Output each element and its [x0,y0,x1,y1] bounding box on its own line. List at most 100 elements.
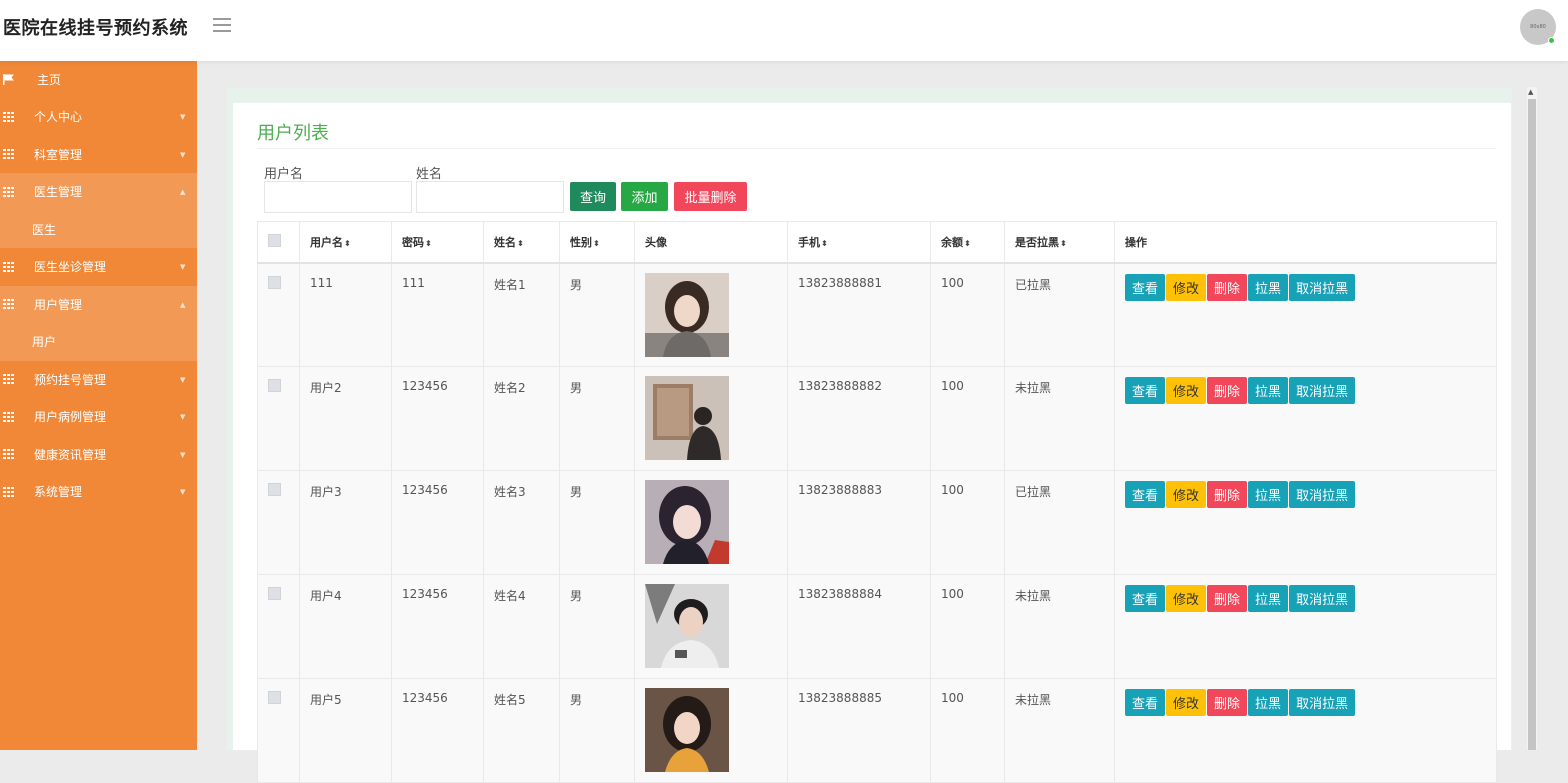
scroll-up-icon[interactable]: ▲ [1528,88,1533,96]
cell-username: 用户3 [299,470,392,575]
edit-button[interactable]: 修改 [1166,481,1207,508]
delete-button[interactable]: 删除 [1207,689,1248,716]
table-header-row: 用户名⬍ 密码⬍ 姓名⬍ 性别⬍ 头像 手机⬍ 余额⬍ 是否拉黑⬍ 操作 [257,221,1497,264]
sidebar-item-health-news[interactable]: 健康资讯管理 ▼ [0,436,197,474]
view-button[interactable]: 查看 [1125,585,1166,612]
sidebar-item-label: 医生坐诊管理 [34,260,107,275]
scrollbar-thumb[interactable] [1528,99,1536,750]
cell-phone: 13823888882 [787,366,931,471]
grid-icon [3,261,15,272]
cell-balance: 100 [930,366,1005,471]
sidebar-subitem-doctor[interactable]: 医生 [0,210,197,248]
sidebar-item-doctor-schedule[interactable]: 医生坐诊管理 ▼ [0,248,197,286]
user-table: 用户名⬍ 密码⬍ 姓名⬍ 性别⬍ 头像 手机⬍ 余额⬍ 是否拉黑⬍ 操作 111… [257,221,1497,783]
query-button[interactable]: 查询 [570,182,616,211]
column-header-balance[interactable]: 余额⬍ [930,221,1005,264]
unblacklist-button[interactable]: 取消拉黑 [1289,481,1356,508]
edit-button[interactable]: 修改 [1166,273,1207,301]
delete-button[interactable]: 删除 [1207,481,1248,508]
cell-username: 用户4 [299,574,392,679]
blacklist-button[interactable]: 拉黑 [1248,689,1289,716]
row-checkbox[interactable] [268,379,281,392]
cell-name: 姓名3 [483,470,560,575]
chevron-down-icon: ▼ [180,488,186,496]
view-button[interactable]: 查看 [1125,273,1166,301]
sidebar-item-system[interactable]: 系统管理 ▼ [0,473,197,511]
blacklist-button[interactable]: 拉黑 [1248,585,1289,612]
cell-password: 123456 [391,366,484,471]
blacklist-button[interactable]: 拉黑 [1248,377,1289,404]
sidebar-item-department[interactable]: 科室管理 ▼ [0,136,197,174]
column-header-name[interactable]: 姓名⬍ [483,221,560,264]
cell-blacklisted: 已拉黑 [1004,262,1115,367]
cell-gender: 男 [559,470,635,575]
username-search-input[interactable] [264,181,412,213]
blacklist-button[interactable]: 拉黑 [1248,481,1289,508]
add-button[interactable]: 添加 [621,182,668,211]
cell-balance: 100 [930,262,1005,367]
column-header-username[interactable]: 用户名⬍ [299,221,392,264]
app-title: 医院在线挂号预约系统 [3,18,188,39]
unblacklist-button[interactable]: 取消拉黑 [1289,377,1356,404]
row-checkbox[interactable] [268,275,281,289]
sidebar-item-user[interactable]: 用户管理 ▲ [0,285,197,323]
sort-icon: ⬍ [821,238,828,248]
name-search-input[interactable] [416,181,564,213]
cell-password: 123456 [391,678,484,783]
column-header-password[interactable]: 密码⬍ [391,221,484,264]
view-button[interactable]: 查看 [1125,377,1166,404]
cell-balance: 100 [930,470,1005,575]
chevron-down-icon: ▼ [180,375,186,384]
user-avatar-photo [645,480,729,564]
sidebar-item-home[interactable]: 主页 [0,61,197,98]
sidebar-item-medical-record[interactable]: 用户病例管理 ▼ [0,398,197,436]
sidebar-item-doctor[interactable]: 医生管理 ▲ [0,173,197,211]
sidebar-item-appointment[interactable]: 预约挂号管理 ▼ [0,361,197,399]
view-button[interactable]: 查看 [1125,689,1166,716]
name-label: 姓名 [416,167,443,182]
sidebar-subitem-user[interactable]: 用户 [0,323,197,361]
chevron-up-icon: ▲ [180,188,186,196]
user-avatar-photo [645,584,729,668]
unblacklist-button[interactable]: 取消拉黑 [1289,585,1356,612]
unblacklist-button[interactable]: 取消拉黑 [1289,689,1356,716]
menu-toggle-icon[interactable] [213,18,231,32]
cell-name: 姓名2 [483,366,560,471]
edit-button[interactable]: 修改 [1166,585,1207,612]
vertical-scrollbar[interactable]: ▲ [1527,87,1537,750]
cell-username: 111 [299,262,392,367]
cell-name: 姓名5 [483,678,560,783]
blacklist-button[interactable]: 拉黑 [1248,273,1289,301]
grid-icon [3,411,15,422]
column-header-phone[interactable]: 手机⬍ [787,221,931,264]
cell-phone: 13823888885 [787,678,931,783]
delete-button[interactable]: 删除 [1207,585,1248,612]
delete-button[interactable]: 删除 [1207,273,1248,301]
edit-button[interactable]: 修改 [1166,377,1207,404]
column-header-blacklisted[interactable]: 是否拉黑⬍ [1004,221,1115,264]
select-all-checkbox[interactable] [268,233,281,247]
select-all-header[interactable] [257,221,300,264]
row-actions: 查看 修改 删除 拉黑 取消拉黑 [1125,481,1496,508]
sort-icon: ⬍ [1060,238,1067,248]
chevron-down-icon: ▼ [180,413,186,421]
unblacklist-button[interactable]: 取消拉黑 [1289,273,1356,301]
batch-delete-button[interactable]: 批量删除 [674,182,747,211]
row-checkbox[interactable] [268,483,281,496]
cell-blacklisted: 未拉黑 [1004,574,1115,679]
chevron-up-icon: ▲ [180,300,186,309]
user-list-panel: 用户列表 用户名 姓名 查询 添加 批量删除 用户名⬍ 密码⬍ 姓名⬍ 性别⬍ … [233,103,1511,783]
column-header-gender[interactable]: 性别⬍ [559,221,635,264]
row-checkbox[interactable] [268,587,281,600]
sidebar-item-label: 健康资讯管理 [34,447,107,462]
chevron-down-icon: ▼ [180,263,186,271]
sidebar-item-personal-center[interactable]: 个人中心 ▼ [0,98,197,136]
grid-icon [3,374,15,385]
view-button[interactable]: 查看 [1125,481,1166,508]
edit-button[interactable]: 修改 [1166,689,1207,716]
row-checkbox[interactable] [268,691,281,704]
table-row: 用户3 123456 姓名3 男 13823888883 100 已拉黑 查看 … [257,470,1497,575]
user-avatar-photo [645,688,729,772]
delete-button[interactable]: 删除 [1207,377,1248,404]
sort-icon: ⬍ [425,238,432,248]
